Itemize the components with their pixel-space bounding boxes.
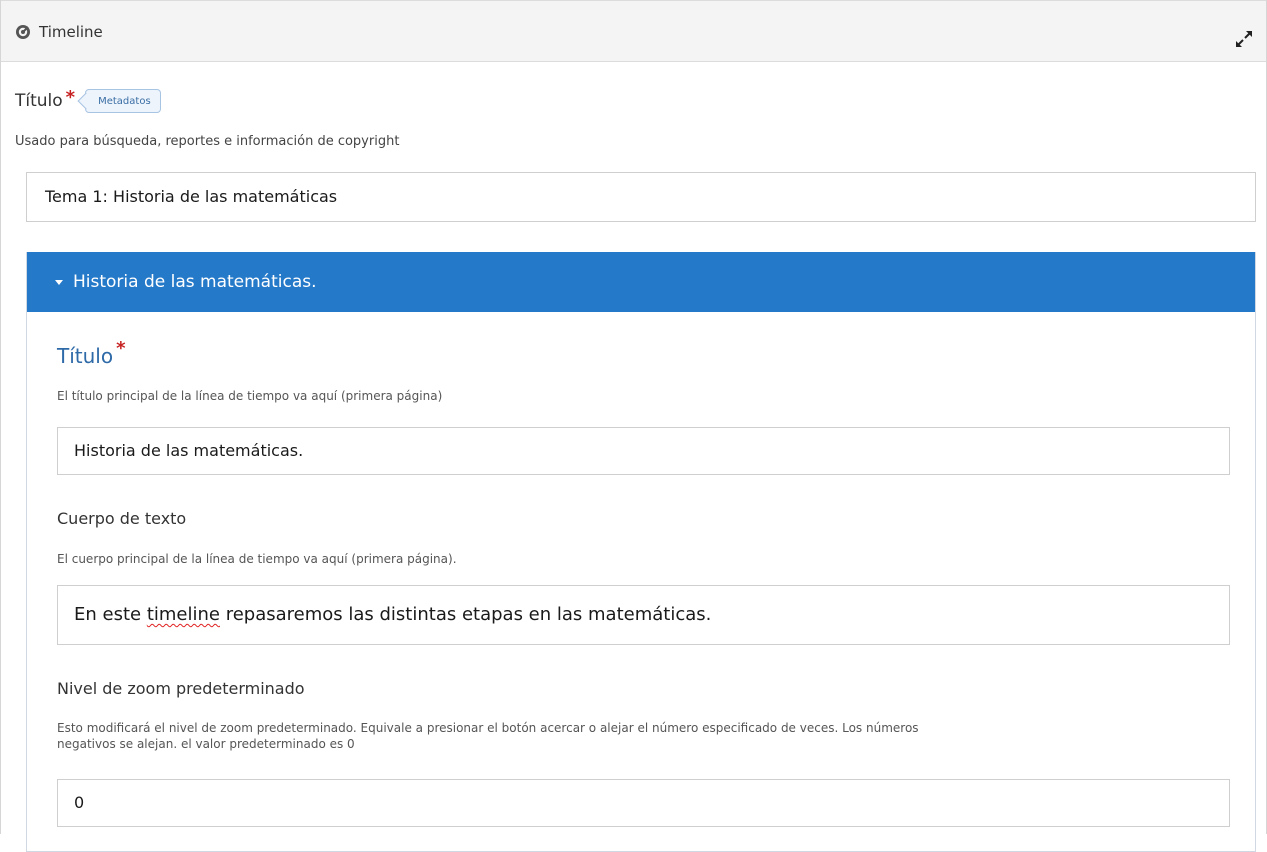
body-description: El cuerpo principal de la línea de tiemp… — [57, 552, 457, 566]
title-label: Título — [15, 91, 63, 111]
timeline-group: Historia de las matemáticas. Título * El… — [26, 252, 1256, 852]
zoom-description-line2: negativos se alejan. el valor predetermi… — [57, 737, 355, 751]
required-mark: * — [116, 338, 126, 359]
timeline-icon — [16, 25, 30, 39]
zoom-input[interactable]: 0 — [57, 779, 1230, 827]
headline-description: El título principal de la línea de tiemp… — [57, 389, 443, 403]
body-text-before: En este — [74, 604, 147, 625]
editor-frame: Timeline Título * Metadatos Usado para b… — [0, 0, 1267, 852]
misspelled-word[interactable]: timeline — [147, 604, 220, 625]
title-input[interactable]: Tema 1: Historia de las matemáticas — [26, 172, 1256, 222]
group-title: Historia de las matemáticas. — [73, 272, 317, 292]
body-label: Cuerpo de texto — [57, 509, 187, 528]
title-description: Usado para búsqueda, reportes e informac… — [15, 134, 400, 149]
title-label-row: Título * Metadatos — [15, 87, 161, 115]
headline-label-text: Título — [57, 344, 114, 368]
body-text-editor[interactable]: En este timeline repasaremos las distint… — [57, 585, 1230, 645]
panel-title: Timeline — [39, 23, 103, 41]
panel-header: Timeline — [1, 0, 1266, 62]
headline-input[interactable]: Historia de las matemáticas. — [57, 427, 1230, 475]
required-mark: * — [65, 86, 76, 108]
zoom-label: Nivel de zoom predeterminado — [57, 679, 305, 698]
metadata-button[interactable]: Metadatos — [85, 89, 161, 113]
caret-down-icon — [55, 280, 63, 285]
expand-icon[interactable] — [1234, 29, 1254, 49]
body-text-after: repasaremos las distintas etapas en las … — [219, 604, 712, 625]
zoom-description-line1: Esto modificará el nivel de zoom predete… — [57, 721, 919, 735]
group-header[interactable]: Historia de las matemáticas. — [27, 252, 1255, 312]
headline-label: Título * — [57, 338, 126, 368]
